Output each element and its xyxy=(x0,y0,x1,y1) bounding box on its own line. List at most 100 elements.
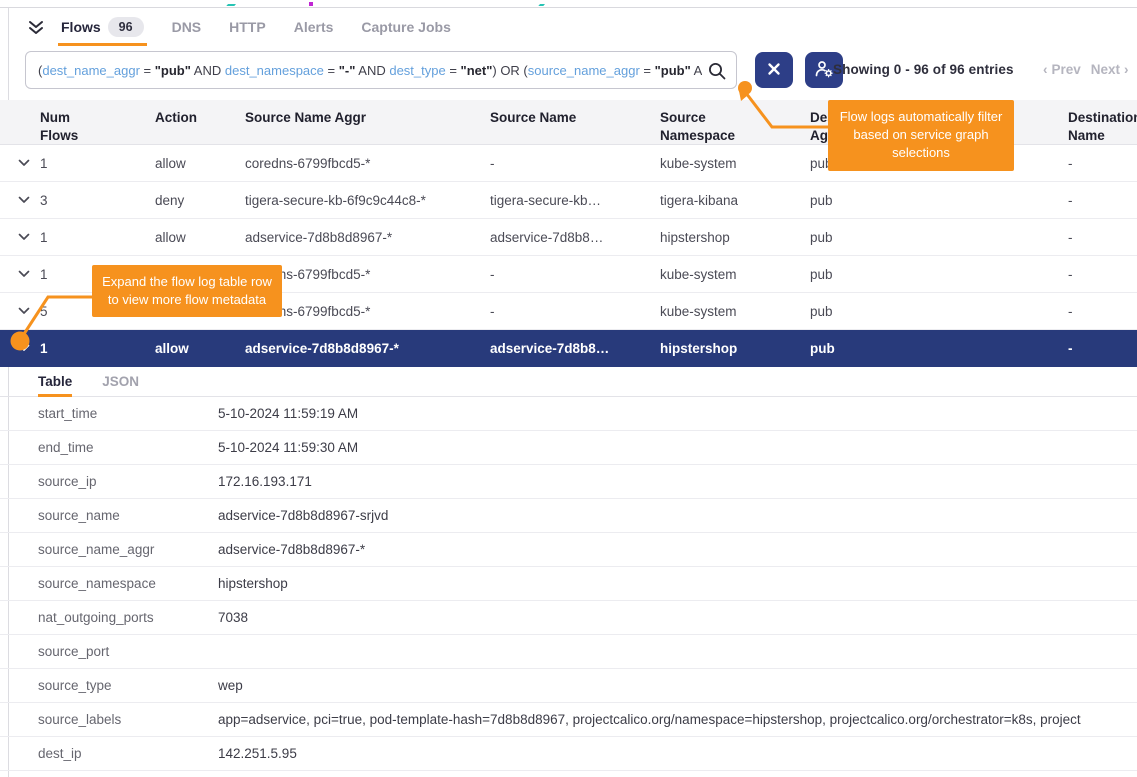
detail-field-key: source_labels xyxy=(38,712,218,727)
column-header-source_namespace[interactable]: Source Namespace xyxy=(660,109,810,145)
detail-field-key: source_port xyxy=(38,644,218,659)
detail-field-value: 142.251.5.95 xyxy=(218,746,1137,761)
prev-label: Prev xyxy=(1052,62,1081,77)
cell-dest_name_aggr: pub xyxy=(810,230,1068,245)
column-header-source_name[interactable]: Source Name xyxy=(490,109,660,127)
detail-field-value: 5-10-2024 11:59:30 AM xyxy=(218,440,1137,455)
cell-source_name: tigera-secure-kb… xyxy=(490,193,660,208)
search-icon[interactable] xyxy=(707,61,727,86)
row-expand-chevron-icon[interactable] xyxy=(18,159,40,167)
query-token: dest_namespace xyxy=(225,63,324,78)
tab-capture-jobs[interactable]: Capture Jobs xyxy=(361,8,450,46)
detail-field-key: nat_outgoing_ports xyxy=(38,610,218,625)
cell-source_name_aggr: adservice-7d8b8d8967-* xyxy=(245,230,490,245)
query-token: "pub" xyxy=(155,63,191,78)
cell-source_namespace: tigera-kibana xyxy=(660,193,810,208)
row-detail-tabs: Table JSON xyxy=(0,367,1137,397)
query-token: source_name_aggr xyxy=(528,63,640,78)
flow-table-row[interactable]: 1allowadservice-7d8b8d8967-*adservice-7d… xyxy=(0,330,1137,367)
detail-field-value: hipstershop xyxy=(218,576,1137,591)
column-header-label: Source Name Aggr xyxy=(245,110,366,125)
cell-destination_name: - xyxy=(1068,193,1137,208)
next-page-button[interactable]: Next› xyxy=(1091,62,1129,77)
query-token: ) OR ( xyxy=(492,63,527,78)
cell-source_name: - xyxy=(490,304,660,319)
cell-source_namespace: kube-system xyxy=(660,304,810,319)
detail-field-key: source_ip xyxy=(38,474,218,489)
tab-label: DNS xyxy=(172,19,202,35)
row-expand-chevron-icon[interactable] xyxy=(18,270,40,278)
detail-tab-table[interactable]: Table xyxy=(38,367,72,396)
tab-label: Flows xyxy=(61,19,101,35)
clear-filter-button[interactable] xyxy=(755,52,793,88)
cell-action: allow xyxy=(155,341,245,356)
query-token: dest_type xyxy=(389,63,445,78)
service-graph-fragment-strip xyxy=(0,0,1137,8)
tab-flows[interactable]: Flows 96 xyxy=(61,8,144,46)
cell-dest_name_aggr: pub xyxy=(810,304,1068,319)
flow-table-row[interactable]: 3denytigera-secure-kb-6f9c9c44c8-*tigera… xyxy=(0,182,1137,219)
filter-row: (dest_name_aggr = "pub" AND dest_namespa… xyxy=(0,46,1137,100)
cell-source_name_aggr: tigera-secure-kb-6f9c9c44c8-* xyxy=(245,193,490,208)
column-header-action[interactable]: Action xyxy=(155,109,245,127)
row-expand-chevron-icon[interactable] xyxy=(18,233,40,241)
query-token: AND xyxy=(355,63,389,78)
query-token: = xyxy=(446,63,461,78)
detail-tab-json[interactable]: JSON xyxy=(102,367,139,396)
query-token: "-" xyxy=(339,63,356,78)
tab-alerts[interactable]: Alerts xyxy=(294,8,334,46)
column-header-source_name_aggr[interactable]: Source Name Aggr xyxy=(245,109,490,127)
detail-tab-label: JSON xyxy=(102,374,139,389)
cell-dest_name_aggr: pub xyxy=(810,341,1068,356)
chevron-left-icon: ‹ xyxy=(1043,62,1048,77)
cell-destination_name: - xyxy=(1068,267,1137,282)
detail-field-row: start_time5-10-2024 11:59:19 AM xyxy=(0,397,1137,431)
detail-field-key: dest_ip xyxy=(38,746,218,761)
detail-field-row: source_port xyxy=(0,635,1137,669)
graph-node-fragment xyxy=(309,2,313,6)
chevron-right-icon: › xyxy=(1124,62,1129,77)
flow-table-body: 1allowcoredns-6799fbcd5-*-kube-systempub… xyxy=(0,145,1137,367)
detail-field-row: end_time5-10-2024 11:59:30 AM xyxy=(0,431,1137,465)
column-header-label: Source Name xyxy=(490,110,576,125)
detail-field-row: dest_ip142.251.5.95 xyxy=(0,737,1137,771)
tab-label: Capture Jobs xyxy=(361,19,450,35)
double-chevron-down-icon[interactable] xyxy=(25,17,47,37)
cell-dest_name_aggr: pub xyxy=(810,267,1068,282)
pagination: ‹ Prev Next› xyxy=(1043,62,1129,77)
x-mark-icon xyxy=(767,62,781,79)
detail-field-value: 172.16.193.171 xyxy=(218,474,1137,489)
flow-table-row[interactable]: 1allowadservice-7d8b8d8967-*adservice-7d… xyxy=(0,219,1137,256)
cell-num_flows: 1 xyxy=(40,341,155,356)
tab-http[interactable]: HTTP xyxy=(229,8,266,46)
detail-field-key: source_name_aggr xyxy=(38,542,218,557)
column-header-num_flows[interactable]: Num Flows xyxy=(40,109,155,145)
row-detail-fields: start_time5-10-2024 11:59:19 AMend_time5… xyxy=(0,397,1137,771)
query-token: "net" xyxy=(461,63,493,78)
filter-query-input[interactable]: (dest_name_aggr = "pub" AND dest_namespa… xyxy=(25,51,737,89)
query-token: = xyxy=(324,63,339,78)
detail-tab-label: Table xyxy=(38,374,72,389)
cell-source_name: adservice-7d8b8… xyxy=(490,341,660,356)
tab-count-badge: 96 xyxy=(108,17,144,37)
detail-field-key: start_time xyxy=(38,406,218,421)
detail-field-key: end_time xyxy=(38,440,218,455)
tab-dns[interactable]: DNS xyxy=(172,8,202,46)
detail-field-row: source_typewep xyxy=(0,669,1137,703)
flow-logs-panel: Flows 96 DNS HTTP Alerts Capture Jobs (dest_n… xyxy=(0,0,1137,777)
prev-page-button[interactable]: ‹ Prev xyxy=(1043,62,1081,77)
row-expand-chevron-icon[interactable] xyxy=(18,344,40,352)
cell-source_namespace: kube-system xyxy=(660,267,810,282)
column-header-destination_name[interactable]: Destination Name xyxy=(1068,109,1137,145)
cell-source_namespace: hipstershop xyxy=(660,341,810,356)
cell-source_name: - xyxy=(490,156,660,171)
cell-num_flows: 3 xyxy=(40,193,155,208)
query-token: = xyxy=(140,63,155,78)
user-gear-icon xyxy=(814,60,834,81)
query-token: ANI xyxy=(691,63,702,78)
row-expand-chevron-icon[interactable] xyxy=(18,196,40,204)
row-expand-chevron-icon[interactable] xyxy=(18,307,40,315)
query-token: dest_name_aggr xyxy=(42,63,140,78)
cell-dest_name_aggr: pub xyxy=(810,193,1068,208)
detail-field-key: source_namespace xyxy=(38,576,218,591)
